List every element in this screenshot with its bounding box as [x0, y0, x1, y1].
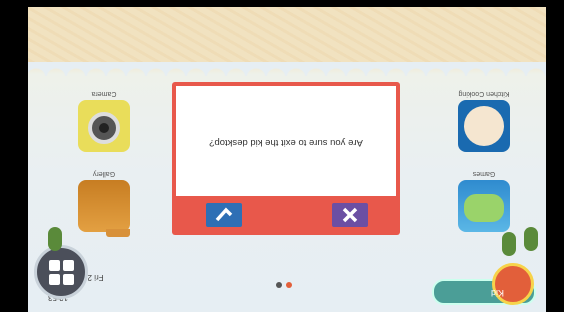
app-camera-label: Camera	[91, 90, 117, 97]
check-icon	[215, 207, 233, 222]
kid-desktop-screen: Camera Gallery Games Kitchen Cooking Kid…	[28, 7, 546, 312]
chef-icon	[458, 100, 510, 152]
kid-dock-button[interactable]: Kid	[432, 263, 536, 305]
kid-label: Kid	[490, 288, 504, 298]
page-indicator	[274, 277, 294, 295]
tree-icon	[524, 227, 538, 251]
folder-icon	[78, 180, 130, 232]
app-games[interactable]: Games	[454, 170, 514, 232]
app-games-label: Games	[472, 170, 496, 177]
exit-dialog-message: Are you sure to exit the kid desktop?	[209, 137, 363, 148]
app-gallery-label: Gallery	[92, 170, 116, 177]
camera-icon	[78, 100, 130, 152]
water-edge	[28, 62, 546, 76]
app-kitchen-cooking-label: Kitchen Cooking	[458, 90, 510, 97]
desktop-content: Camera Gallery Games Kitchen Cooking Kid…	[28, 7, 546, 312]
kid-avatar-icon	[492, 263, 534, 305]
close-icon	[342, 207, 358, 223]
confirm-button[interactable]	[206, 203, 242, 227]
app-gallery[interactable]: Gallery	[74, 170, 134, 232]
gamepad-icon	[458, 180, 510, 232]
exit-dialog: Are you sure to exit the kid desktop?	[172, 82, 400, 235]
tree-icon	[48, 227, 62, 251]
exit-dialog-body: Are you sure to exit the kid desktop?	[176, 86, 396, 196]
cancel-button[interactable]	[332, 203, 368, 227]
app-kitchen-cooking[interactable]: Kitchen Cooking	[454, 90, 514, 152]
app-camera[interactable]: Camera	[74, 90, 134, 152]
beach-sand	[28, 7, 546, 67]
menu-grid-button[interactable]	[34, 245, 88, 299]
tree-icon	[502, 232, 516, 256]
